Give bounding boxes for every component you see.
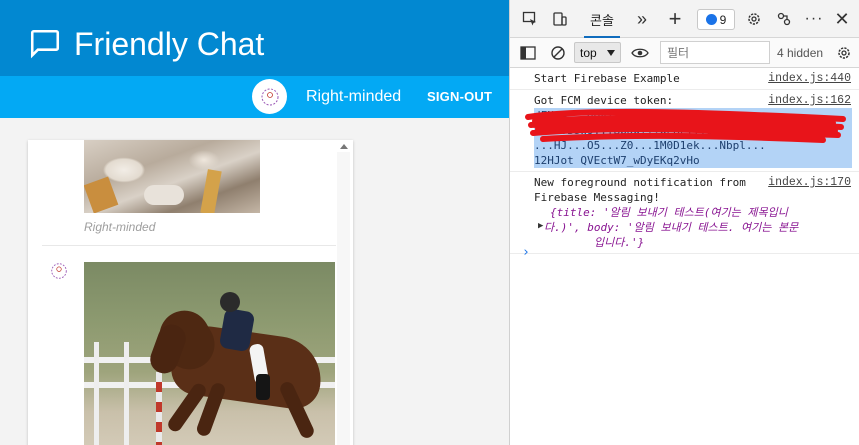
app-title: Friendly Chat xyxy=(74,25,265,62)
console-filter-bar: top 4 hidden xyxy=(510,38,859,68)
image-detail xyxy=(84,176,119,213)
user-name: Right-minded xyxy=(306,88,402,105)
user-bar: Right-minded SIGN-OUT xyxy=(0,76,509,118)
image-detail xyxy=(144,185,184,205)
image-detail xyxy=(200,169,222,213)
image-detail xyxy=(220,292,240,312)
token-line: 12HJot QVEctW7_wDyEKq2vHo xyxy=(534,153,852,168)
avatar-icon xyxy=(261,88,278,105)
image-detail xyxy=(256,374,270,400)
issues-badge[interactable]: 9 xyxy=(697,9,735,30)
add-tab-icon[interactable]: + xyxy=(665,6,685,31)
message-image-cat[interactable] xyxy=(84,140,260,213)
more-tabs-icon[interactable]: » xyxy=(632,9,652,29)
scroll-up-arrow-icon[interactable] xyxy=(340,144,348,149)
devtools-toolbar: 콘솔 » + 9 ··· ✕ xyxy=(510,0,859,38)
friendly-chat-app: Friendly Chat Right-minded SIGN-OUT Righ… xyxy=(0,0,509,445)
live-expression-eye-icon[interactable] xyxy=(630,43,650,63)
app-header: Friendly Chat Right-minded SIGN-OUT xyxy=(0,0,509,118)
issues-icon xyxy=(705,14,717,25)
sidebar-toggle-icon[interactable] xyxy=(518,43,538,63)
issues-count: 9 xyxy=(719,12,727,27)
token-line: ...HJ...O5...Z0...1M0D1ek...Nbpl... xyxy=(534,138,852,153)
source-link[interactable]: index.js:440 xyxy=(768,71,851,86)
object-preview-line[interactable]: {title: '알림 보내기 테스트(여기는 제목입니 xyxy=(534,205,852,220)
connections-icon[interactable] xyxy=(774,9,794,29)
object-preview-line[interactable]: 입니다.'} xyxy=(534,235,852,250)
image-detail xyxy=(94,342,99,445)
more-options-icon[interactable]: ··· xyxy=(804,9,824,29)
tab-console[interactable]: 콘솔 xyxy=(584,6,620,38)
scrollbar[interactable] xyxy=(337,152,350,445)
token-line: dFNm4...dDAi...T9IBE8XP... xyxy=(534,108,852,123)
app-title-row: Friendly Chat xyxy=(28,22,264,66)
inspect-element-icon[interactable] xyxy=(520,9,540,29)
context-value: top xyxy=(580,46,597,60)
token-line: cm...BSW9...BbDw...WERF...0mdVjw9... xyxy=(534,123,852,138)
object-preview-line[interactable]: 다.)', body: '알림 보내기 테스트. 여기는 본문 xyxy=(534,220,852,235)
chevron-down-icon xyxy=(607,50,615,56)
device-toolbar-icon[interactable] xyxy=(550,9,570,29)
user-avatar xyxy=(252,79,287,114)
console-message: Got FCM device token: index.js:162 dFNm4… xyxy=(510,90,859,172)
message-avatar xyxy=(46,258,72,284)
chat-bubble-icon xyxy=(30,29,60,59)
console-settings-gear-icon[interactable] xyxy=(834,43,854,63)
source-link[interactable]: index.js:170 xyxy=(768,175,851,190)
context-selector[interactable]: top xyxy=(574,42,621,63)
devtools-panel: 콘솔 » + 9 ··· ✕ top 4 hidden xyxy=(509,0,859,445)
console-log: Start Firebase Example index.js:440 Got … xyxy=(510,68,859,254)
message-divider xyxy=(42,245,336,246)
image-detail xyxy=(156,372,162,445)
expand-arrow-icon[interactable]: ▶ xyxy=(538,219,543,234)
avatar-icon xyxy=(51,263,67,279)
console-message: Start Firebase Example index.js:440 xyxy=(510,68,859,90)
source-link[interactable]: index.js:162 xyxy=(768,93,851,108)
messages-card: Right-minded xyxy=(28,140,353,445)
close-icon[interactable]: ✕ xyxy=(832,9,852,29)
console-prompt-icon[interactable]: › xyxy=(522,245,530,260)
message-image-horse[interactable] xyxy=(84,262,335,445)
console-message: New foreground notification from Firebas… xyxy=(510,172,859,254)
settings-gear-icon[interactable] xyxy=(744,9,764,29)
image-detail xyxy=(124,342,129,445)
clear-console-icon[interactable] xyxy=(548,43,568,63)
filter-input[interactable] xyxy=(660,41,770,64)
message-caption: Right-minded xyxy=(84,220,156,234)
sign-out-button[interactable]: SIGN-OUT xyxy=(427,89,492,104)
hidden-messages-count[interactable]: 4 hidden xyxy=(777,46,823,60)
